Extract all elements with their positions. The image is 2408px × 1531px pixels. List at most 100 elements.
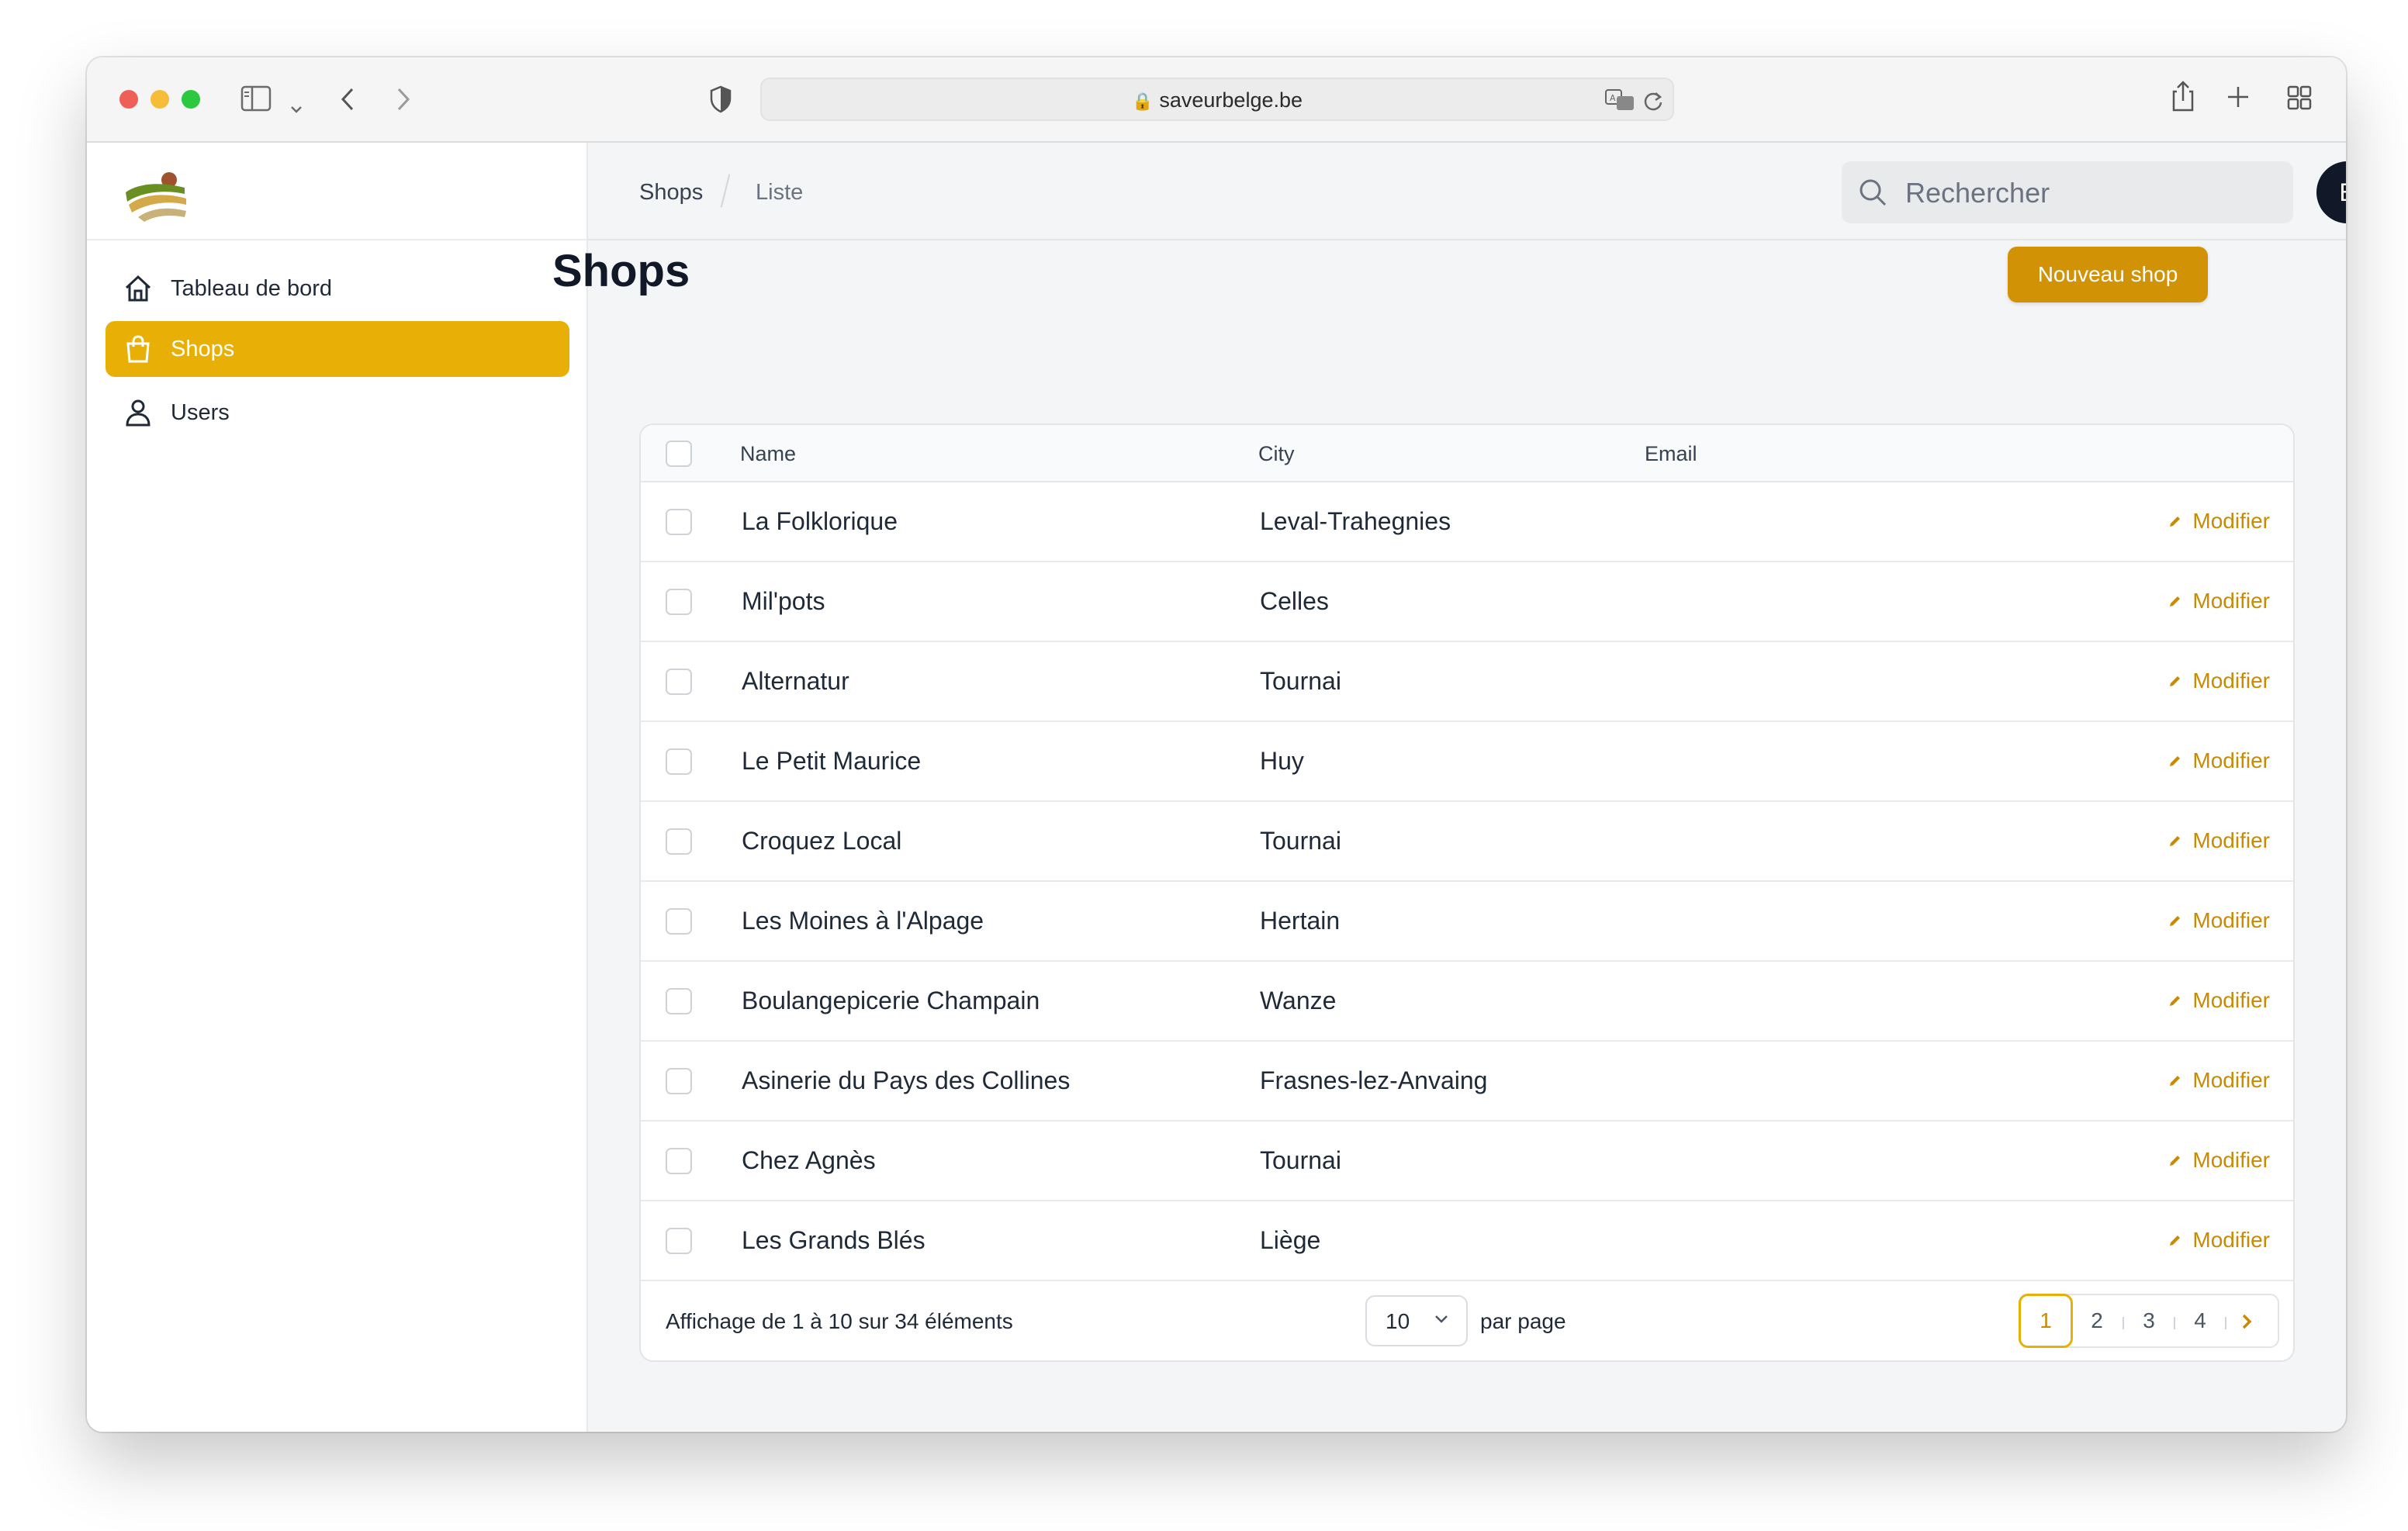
row-checkbox[interactable] xyxy=(666,669,692,695)
lock-icon: 🔒 xyxy=(1131,92,1154,111)
shop-city: Celles xyxy=(1260,587,1329,615)
per-page-value: 10 xyxy=(1386,1309,1410,1333)
pencil-icon xyxy=(2170,1156,2181,1166)
shop-city: Tournai xyxy=(1260,667,1341,695)
shop-name: Les Moines à l'Alpage xyxy=(742,907,984,935)
shops-table: Name City Email La Folklorique Leval-Trah… xyxy=(639,423,2295,1362)
new-tab-icon[interactable] xyxy=(2226,85,2250,112)
page-button-3[interactable]: 3 xyxy=(2123,1295,2174,1346)
minimize-window-button[interactable] xyxy=(150,90,169,109)
shop-city: Frasnes-lez-Anvaing xyxy=(1260,1066,1488,1094)
edit-link[interactable]: Modifier xyxy=(2168,669,2270,693)
shop-city: Tournai xyxy=(1260,827,1341,855)
edit-link[interactable]: Modifier xyxy=(2168,1148,2270,1173)
avatar[interactable]: B xyxy=(2316,161,2346,223)
edit-label: Modifier xyxy=(2192,828,2270,852)
row-checkbox[interactable] xyxy=(666,1148,692,1174)
row-checkbox[interactable] xyxy=(666,1228,692,1254)
pencil-icon xyxy=(2170,756,2181,766)
page-button-2[interactable]: 2 xyxy=(2071,1295,2123,1346)
page-button-1[interactable]: 1 xyxy=(2019,1294,2073,1348)
edit-link[interactable]: Modifier xyxy=(2168,908,2270,933)
per-page-select[interactable]: 10 xyxy=(1365,1295,1468,1346)
chevron-down-icon xyxy=(1434,1314,1449,1329)
edit-link[interactable]: Modifier xyxy=(2168,1228,2270,1253)
shop-city: Wanze xyxy=(1260,987,1337,1014)
edit-link[interactable]: Modifier xyxy=(2168,828,2270,853)
shop-city: Tournai xyxy=(1260,1146,1341,1174)
edit-label: Modifier xyxy=(2192,908,2270,932)
close-window-button[interactable] xyxy=(119,90,138,109)
row-checkbox[interactable] xyxy=(666,908,692,935)
row-checkbox[interactable] xyxy=(666,988,692,1014)
shop-name: Boulangepicerie Champain xyxy=(742,987,1040,1014)
sidebar-item-shops[interactable]: Shops xyxy=(106,321,569,377)
row-checkbox[interactable] xyxy=(666,748,692,775)
column-header-name[interactable]: Name xyxy=(740,442,796,466)
pencil-icon xyxy=(2170,916,2181,926)
table-row: Mil'pots Celles Modifier xyxy=(641,562,2293,642)
maximize-window-button[interactable] xyxy=(182,90,200,109)
row-checkbox[interactable] xyxy=(666,828,692,855)
search-icon xyxy=(1857,177,1888,212)
url-text: saveurbelge.be xyxy=(1159,88,1303,112)
select-all-checkbox[interactable] xyxy=(666,441,692,467)
shopping-bag-icon xyxy=(121,332,155,366)
shop-name: Le Petit Maurice xyxy=(742,747,922,775)
brand-logo[interactable] xyxy=(123,169,189,227)
reload-icon[interactable] xyxy=(1643,90,1663,116)
row-checkbox[interactable] xyxy=(666,589,692,615)
edit-label: Modifier xyxy=(2192,669,2270,693)
sidebar-item-label: Tableau de bord xyxy=(171,275,332,301)
pencil-icon xyxy=(2170,517,2181,527)
table-row: Les Grands Blés Liège Modifier xyxy=(641,1201,2293,1281)
column-header-city[interactable]: City xyxy=(1258,442,1295,466)
edit-link[interactable]: Modifier xyxy=(2168,1068,2270,1093)
sidebar-item-dashboard[interactable]: Tableau de bord xyxy=(106,261,569,316)
edit-link[interactable]: Modifier xyxy=(2168,748,2270,773)
sidebar-toggle-icon[interactable] xyxy=(240,85,272,116)
edit-label: Modifier xyxy=(2192,988,2270,1012)
chevron-down-icon[interactable] xyxy=(290,93,303,118)
shop-name: Chez Agnès xyxy=(742,1146,876,1174)
pencil-icon xyxy=(2170,836,2181,846)
address-bar[interactable]: 🔒 saveurbelge.be A xyxy=(760,78,1674,121)
edit-label: Modifier xyxy=(2192,748,2270,772)
back-icon[interactable] xyxy=(340,87,355,116)
column-header-email[interactable]: Email xyxy=(1645,442,1697,466)
table-row: Asinerie du Pays des Collines Frasnes-lez… xyxy=(641,1042,2293,1121)
share-icon[interactable] xyxy=(2171,81,2195,116)
edit-label: Modifier xyxy=(2192,509,2270,533)
pencil-icon xyxy=(2170,1076,2181,1086)
table-row: Boulangepicerie Champain Wanze Modifier xyxy=(641,962,2293,1042)
row-checkbox[interactable] xyxy=(666,1068,692,1094)
shop-name: Alternatur xyxy=(742,667,849,695)
sidebar-item-users[interactable]: Users xyxy=(106,385,569,441)
home-icon xyxy=(121,271,155,306)
edit-label: Modifier xyxy=(2192,1228,2270,1252)
browser-toolbar: 🔒 saveurbelge.be A xyxy=(87,57,2346,143)
breadcrumb-separator xyxy=(720,174,731,208)
edit-label: Modifier xyxy=(2192,1148,2270,1172)
edit-link[interactable]: Modifier xyxy=(2168,589,2270,613)
translate-icon[interactable]: A xyxy=(1604,88,1635,116)
edit-label: Modifier xyxy=(2192,589,2270,613)
row-checkbox[interactable] xyxy=(666,509,692,535)
search-input[interactable]: Rechercher xyxy=(1842,161,2293,223)
edit-link[interactable]: Modifier xyxy=(2168,509,2270,534)
new-shop-button[interactable]: Nouveau shop xyxy=(2008,247,2208,302)
edit-link[interactable]: Modifier xyxy=(2168,988,2270,1013)
next-page-icon[interactable] xyxy=(2239,1309,2256,1338)
breadcrumb-shops[interactable]: Shops xyxy=(639,180,703,206)
shop-name: Les Grands Blés xyxy=(742,1226,925,1254)
page-button-4[interactable]: 4 xyxy=(2174,1295,2226,1346)
tab-overview-icon[interactable] xyxy=(2287,85,2312,114)
page-divider xyxy=(2225,1317,2226,1329)
logo-area xyxy=(87,143,586,240)
shop-city: Huy xyxy=(1260,747,1304,775)
forward-icon[interactable] xyxy=(396,87,411,116)
shield-icon[interactable] xyxy=(709,85,732,117)
edit-label: Modifier xyxy=(2192,1068,2270,1092)
browser-window: 🔒 saveurbelge.be A Tableau de bord Shops… xyxy=(87,57,2346,1432)
pagination-summary: Affichage de 1 à 10 sur 34 éléments xyxy=(666,1309,1013,1333)
